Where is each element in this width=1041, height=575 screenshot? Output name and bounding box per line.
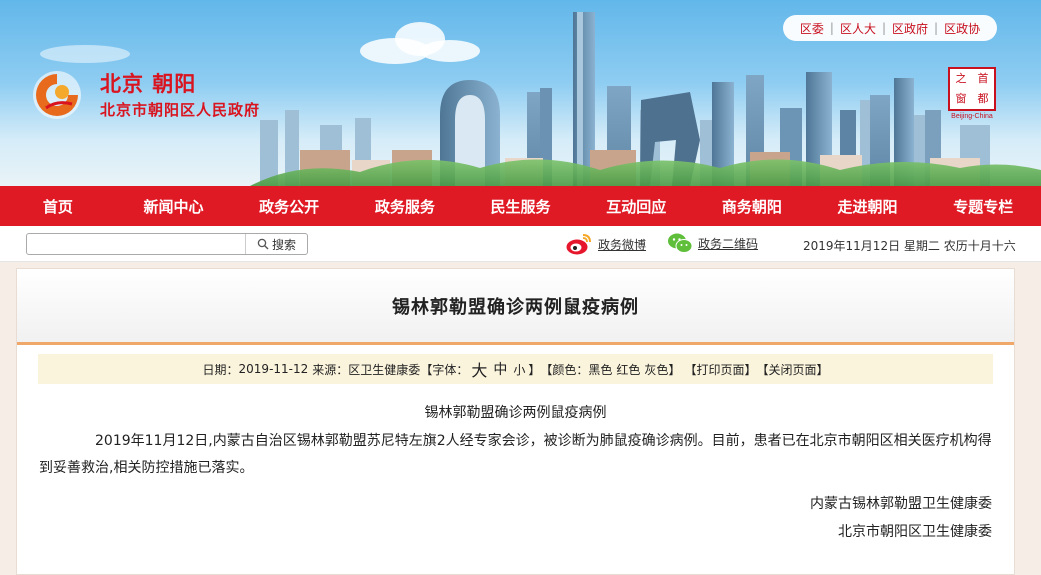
nav-item-home[interactable]: 首页 [0,186,116,226]
top-links-bar: 区委 | 区人大 | 区政府 | 区政协 [783,15,997,41]
current-date: 2019年11月12日 星期二 农历十月十六 [803,239,1016,253]
article-subtitle: 锡林郭勒盟确诊两例鼠疫病例 [424,405,607,421]
wechat-link-label: 政务二维码 [698,236,759,251]
nav-item-news-center[interactable]: 新闻中心 [116,186,232,226]
close-page-button[interactable]: 【关闭页面】 [756,361,828,378]
site-logo-title[interactable]: 北京 朝阳 [100,68,196,98]
signature-xilingol-health-commission: 内蒙古锡林郭勒盟卫生健康委 [810,496,992,512]
font-size-open: 【字体： [420,362,469,377]
top-link-district-committee[interactable]: 区委 [800,20,824,37]
search-button[interactable]: 搜索 [245,234,307,254]
date-label: 日期： [202,362,239,377]
nav-item-explore-chaoyang[interactable]: 走进朝阳 [810,186,926,226]
article-source: 区卫生健康委 [348,362,421,377]
color-gray-button[interactable]: 灰色 [644,361,668,378]
divider: | [881,21,887,35]
search-input[interactable] [27,234,245,254]
color-red-button[interactable]: 红色 [616,361,640,378]
wechat-icon [668,233,693,253]
seal-caption: Beijing-China [951,113,993,120]
seal-char: 首 [977,72,989,85]
header-banner: 区委 | 区人大 | 区政府 | 区政协 北京 朝阳 北京市朝阳区人民政府 之 … [0,0,1041,186]
weibo-link[interactable]: 政务微博 [565,232,646,256]
seal-char: 窗 [955,92,967,105]
nav-item-livelihood-services[interactable]: 民生服务 [463,186,579,226]
nav-item-government-services[interactable]: 政务服务 [347,186,463,226]
font-size-close: 】 [528,362,541,377]
chaoyang-logo-icon [33,71,81,119]
divider: | [934,21,939,35]
color-open: 【颜色： [540,362,589,377]
color-black-button[interactable]: 黑色 [588,361,612,378]
weibo-link-label: 政务微博 [598,237,647,252]
capital-window-seal-logo[interactable]: 之 首 窗 都 [948,67,996,111]
font-size-small-button[interactable]: 小 [513,361,525,378]
nav-item-interactive-response[interactable]: 互动回应 [578,186,694,226]
site-logo-subtitle[interactable]: 北京市朝阳区人民政府 [100,99,260,120]
nav-item-special-topics[interactable]: 专题专栏 [925,186,1041,226]
main-nav: 首页 新闻中心 政务公开 政务服务 民生服务 互动回应 商务朝阳 走进朝阳 专题… [0,186,1041,226]
nav-item-business-chaoyang[interactable]: 商务朝阳 [694,186,810,226]
color-close: 】 [668,362,681,377]
top-link-district-cppcc[interactable]: 区政协 [944,20,980,37]
article-paragraph: 2019年11月12日,内蒙古自治区锡林郭勒盟苏尼特左旗2人经专家会诊，被诊断为… [39,433,992,476]
weibo-icon [566,234,591,255]
publish-date: 2019-11-12 [238,362,309,376]
seal-char: 之 [955,72,967,85]
seal-char: 都 [977,92,989,105]
toolbar: 搜索 政务微博 政务二维码 2019年11月12日 星期二 农历十月十六 [0,226,1041,262]
print-page-button[interactable]: 【打印页面】 [684,361,756,378]
divider: | [829,21,834,35]
source-label: 来源： [312,362,349,377]
search-icon [257,238,269,250]
top-link-district-government[interactable]: 区政府 [892,20,928,37]
search-box: 搜索 [26,233,308,255]
wechat-qrcode-link[interactable]: 政务二维码 [667,232,758,254]
font-size-large-button[interactable]: 大 [471,357,487,381]
signature-chaoyang-health-commission: 北京市朝阳区卫生健康委 [838,524,992,540]
nav-item-government-affairs[interactable]: 政务公开 [231,186,347,226]
top-link-district-congress[interactable]: 区人大 [840,20,876,37]
font-size-medium-button[interactable]: 中 [493,359,507,379]
article-meta-bar: 日期： 2019-11-12 来源： 区卫生健康委 【字体： 大 中 小 】 【… [38,354,993,384]
article-title-box: 锡林郭勒盟确诊两例鼠疫病例 [17,269,1014,345]
article-panel: 锡林郭勒盟确诊两例鼠疫病例 日期： 2019-11-12 来源： 区卫生健康委 … [16,268,1015,575]
article-title: 锡林郭勒盟确诊两例鼠疫病例 [392,296,639,318]
search-button-label: 搜索 [271,237,296,252]
